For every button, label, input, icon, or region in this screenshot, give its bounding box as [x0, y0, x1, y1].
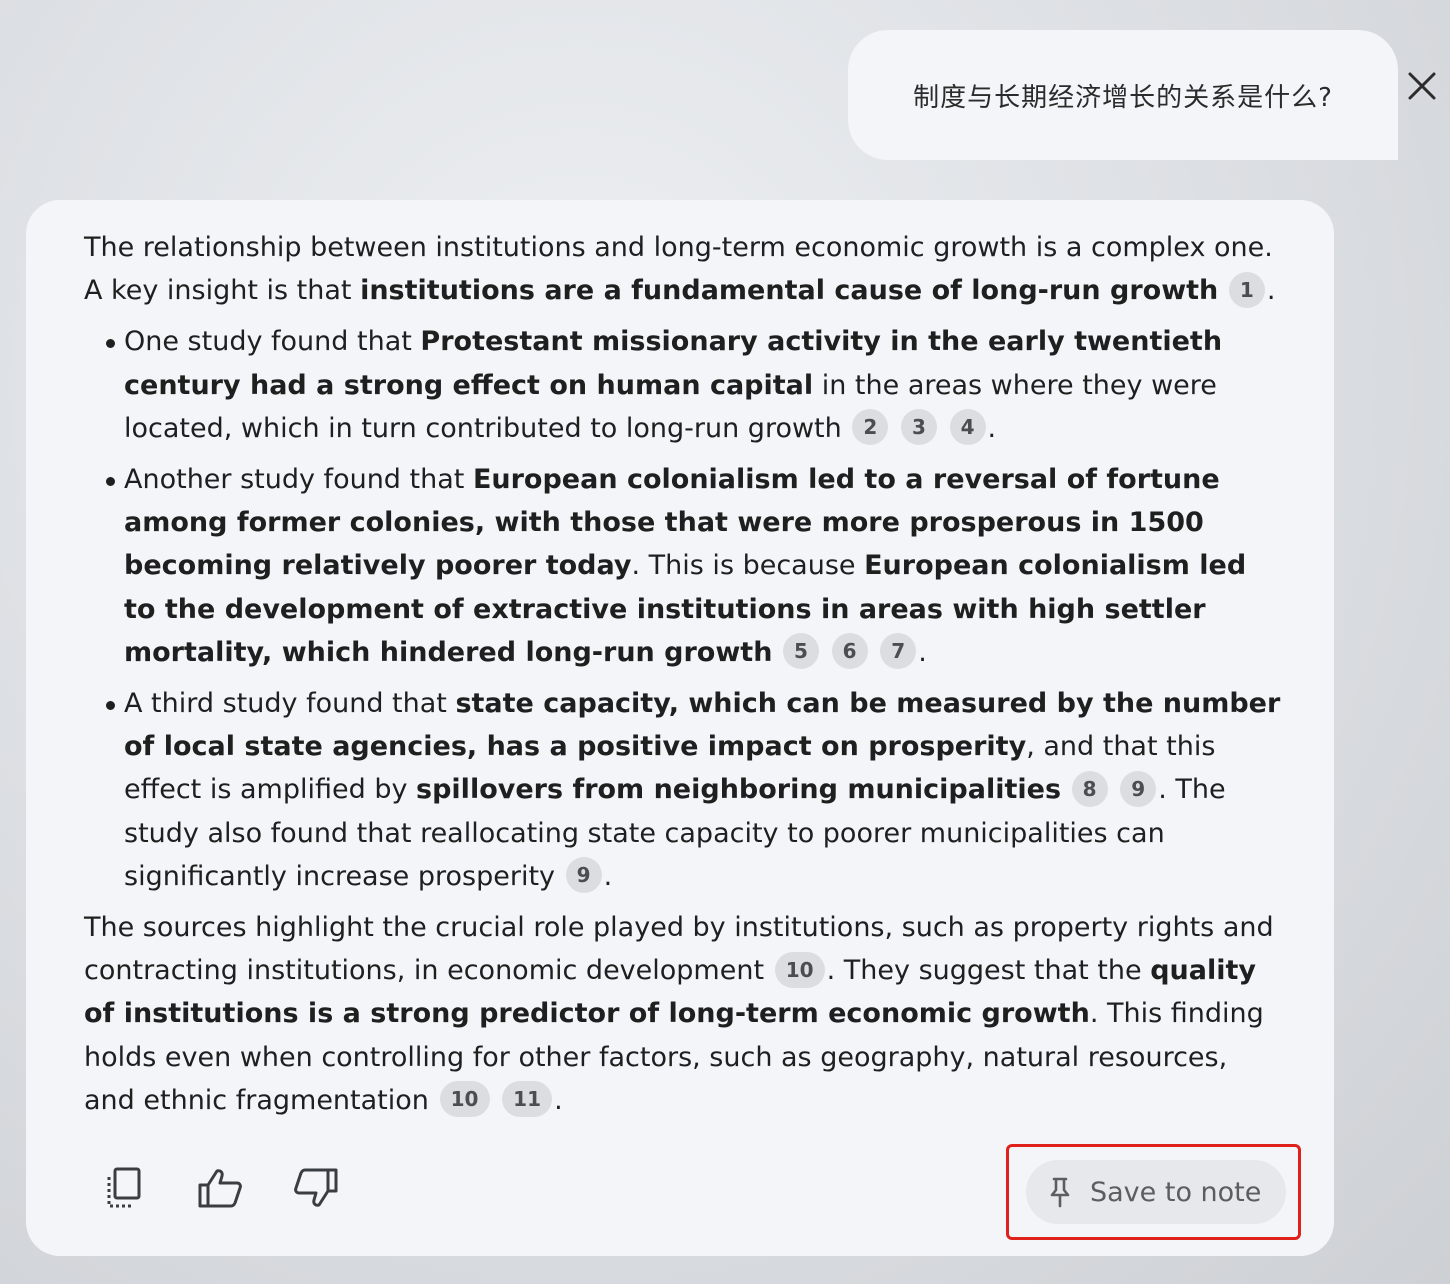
user-query-bubble: 制度与长期经济增长的关系是什么?: [848, 30, 1398, 160]
answer-body: The relationship between institutions an…: [84, 226, 1284, 1122]
thumbs-up-icon: [198, 1169, 242, 1208]
list-item: One study found that Protestant missiona…: [106, 320, 1284, 450]
punctuation: .: [1266, 275, 1276, 307]
answer-bold-text: spillovers from neighboring municipaliti…: [416, 774, 1062, 806]
citation-chip[interactable]: 9: [1120, 770, 1157, 807]
answer-text: . They suggest that the: [826, 955, 1151, 987]
citation-chip[interactable]: 10: [439, 1081, 490, 1118]
answer-intro-paragraph: The relationship between institutions an…: [84, 226, 1284, 312]
list-item: Another study found that European coloni…: [106, 458, 1284, 674]
citation-chip[interactable]: 11: [502, 1081, 553, 1118]
user-query-text: 制度与长期经济增长的关系是什么?: [913, 82, 1333, 113]
citation-chip[interactable]: 7: [880, 633, 917, 670]
punctuation: .: [987, 412, 997, 444]
citation-chip[interactable]: 10: [774, 951, 825, 988]
close-icon: [1408, 72, 1436, 100]
pin-icon: [1050, 1177, 1070, 1208]
answer-text: A third study found that: [124, 688, 456, 720]
copy-button[interactable]: [96, 1160, 152, 1216]
copy-icon: [107, 1167, 141, 1208]
thumbs-down-icon: [294, 1168, 338, 1207]
citation-chip[interactable]: 4: [949, 409, 986, 446]
punctuation: .: [603, 860, 613, 892]
answer-card: The relationship between institutions an…: [26, 200, 1334, 1256]
citation-chip[interactable]: 9: [565, 857, 602, 894]
save-to-note-button[interactable]: Save to note: [1026, 1160, 1286, 1224]
close-button[interactable]: [1402, 64, 1442, 108]
list-item: A third study found that state capacity,…: [106, 682, 1284, 898]
citation-chip[interactable]: 8: [1071, 770, 1108, 807]
citation-chip[interactable]: 2: [852, 409, 889, 446]
citation-chip[interactable]: 1: [1228, 271, 1265, 308]
citation-chip[interactable]: 6: [831, 633, 868, 670]
answer-bullet-list: One study found that Protestant missiona…: [84, 320, 1284, 898]
answer-text: . This is because: [631, 550, 865, 582]
citation-chip[interactable]: 5: [783, 633, 820, 670]
punctuation: .: [918, 636, 927, 668]
thumbs-up-button[interactable]: [192, 1160, 248, 1216]
thumbs-down-button[interactable]: [288, 1160, 344, 1216]
answer-closing-paragraph: The sources highlight the crucial role p…: [84, 906, 1284, 1122]
answer-text: One study found that: [124, 326, 421, 358]
answer-text: Another study found that: [124, 464, 473, 496]
response-actions: [96, 1160, 344, 1216]
citation-chip[interactable]: 3: [900, 409, 937, 446]
punctuation: .: [554, 1084, 563, 1116]
answer-bold-text: institutions are a fundamental cause of …: [360, 275, 1219, 307]
save-to-note-label: Save to note: [1090, 1176, 1262, 1208]
